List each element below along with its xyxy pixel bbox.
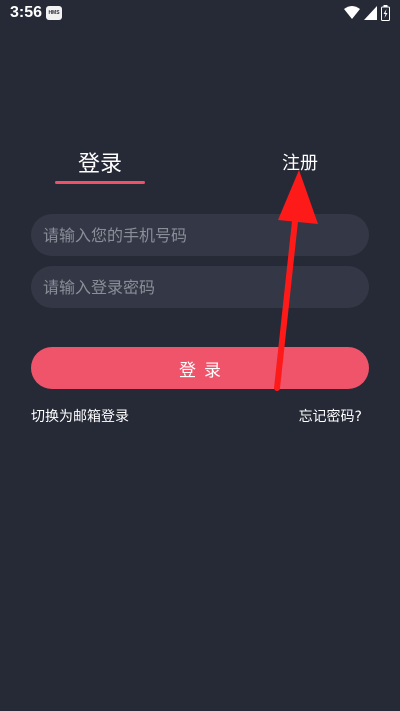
tab-login[interactable]: 登录 (78, 146, 122, 178)
password-input[interactable] (31, 266, 369, 308)
battery-icon (381, 5, 390, 21)
status-icons (344, 5, 390, 21)
wifi-icon (344, 6, 360, 19)
forgot-password-link[interactable]: 忘记密码? (299, 406, 362, 426)
active-tab-indicator (55, 181, 145, 184)
switch-to-email-link[interactable]: 切换为邮箱登录 (31, 406, 129, 426)
phone-input[interactable] (31, 214, 369, 256)
login-button[interactable]: 登录 (31, 347, 369, 389)
signal-icon (364, 6, 377, 20)
status-bar: 3:56 HMS (0, 0, 400, 28)
status-time: 3:56 (10, 4, 43, 21)
hms-badge-icon: HMS (46, 6, 62, 20)
tab-register[interactable]: 注册 (282, 149, 318, 175)
